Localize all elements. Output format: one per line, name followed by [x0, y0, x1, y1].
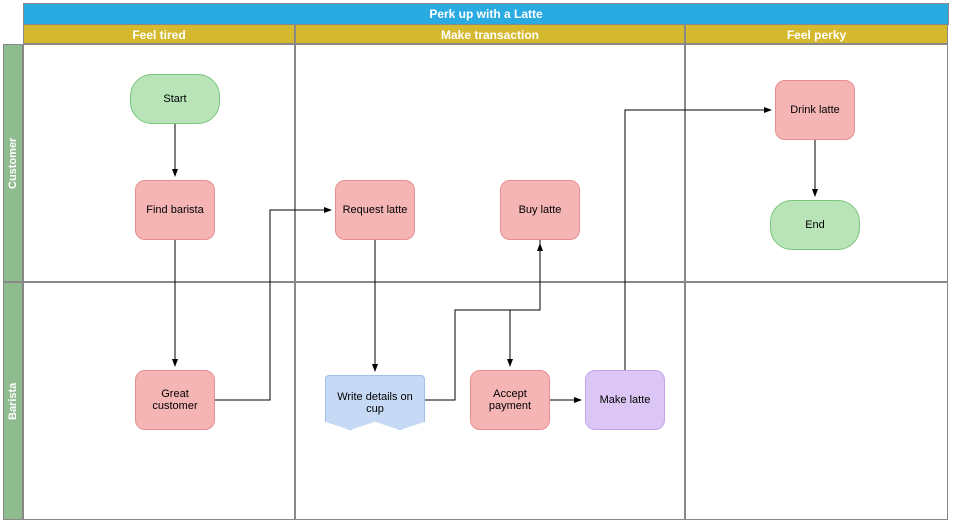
node-find-barista: Find barista: [135, 180, 215, 240]
cell-customer-make-transaction: [295, 44, 685, 282]
node-accept-payment: Accept payment: [470, 370, 550, 430]
node-request-latte: Request latte: [335, 180, 415, 240]
node-write-details: Write details on cup: [325, 375, 425, 430]
phase-header-feel-tired: Feel tired: [23, 24, 295, 44]
phase-header-feel-perky: Feel perky: [685, 24, 948, 44]
node-buy-latte: Buy latte: [500, 180, 580, 240]
node-drink-latte: Drink latte: [775, 80, 855, 140]
lane-label-customer: Customer: [3, 44, 23, 282]
diagram-title: Perk up with a Latte: [23, 3, 949, 25]
node-great-customer: Great customer: [135, 370, 215, 430]
node-start: Start: [130, 74, 220, 124]
cell-barista-feel-perky: [685, 282, 948, 520]
swimlane-diagram: Perk up with a Latte Feel tired Make tra…: [0, 0, 955, 522]
node-end: End: [770, 200, 860, 250]
node-make-latte: Make latte: [585, 370, 665, 430]
phase-header-make-transaction: Make transaction: [295, 24, 685, 44]
lane-label-barista: Barista: [3, 282, 23, 520]
